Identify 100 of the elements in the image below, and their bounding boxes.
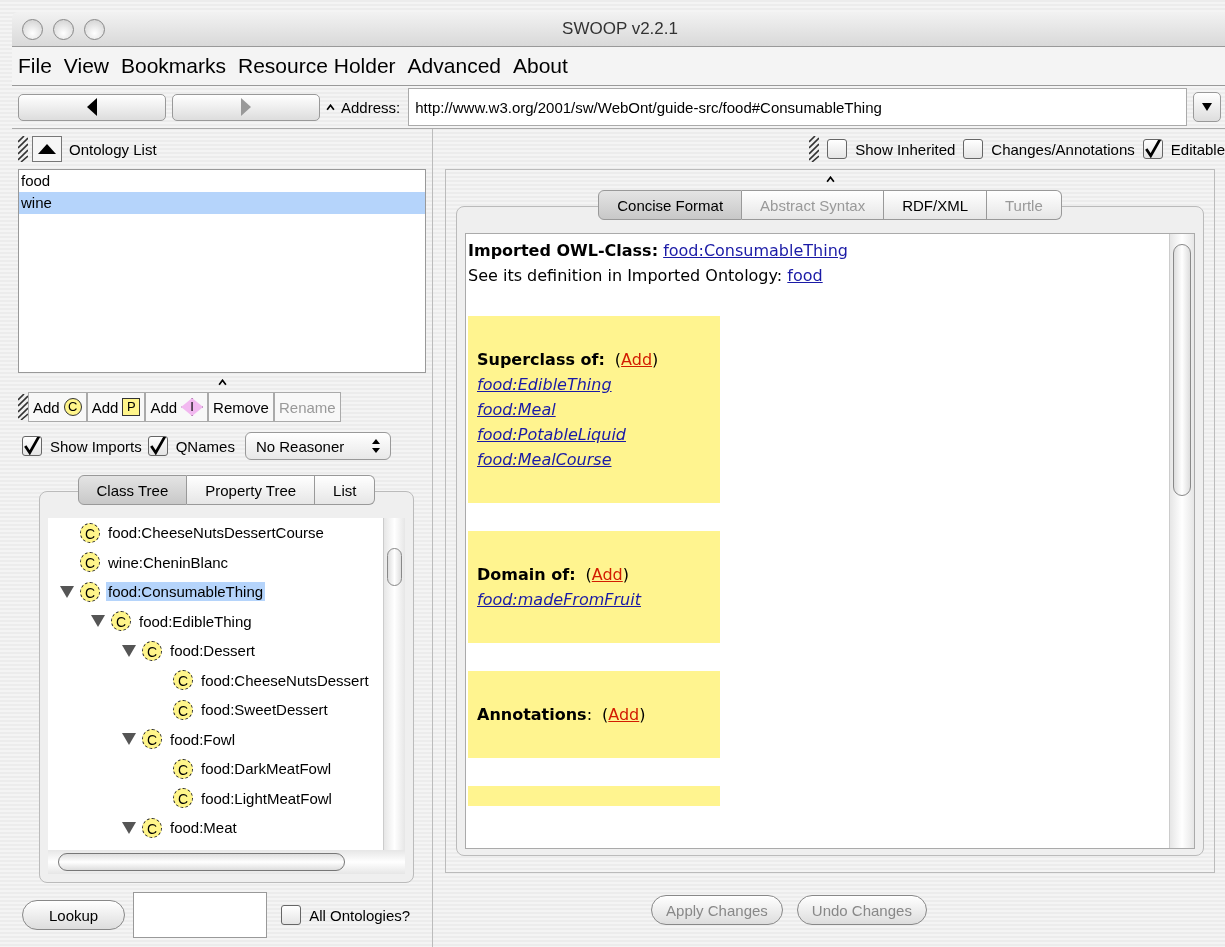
scrollbar[interactable] xyxy=(1169,234,1194,848)
tab[interactable]: Property Tree xyxy=(187,475,316,505)
zoom-button[interactable] xyxy=(84,18,105,40)
class-icon: C xyxy=(173,699,193,720)
dropdown-button[interactable] xyxy=(1193,92,1221,122)
class-icon: C xyxy=(111,611,131,632)
class-icon: C xyxy=(80,522,100,543)
toolbar-button[interactable]: Add P xyxy=(86,392,146,422)
menu-item[interactable]: Resource Holder xyxy=(238,54,396,78)
checkbox[interactable]: Show Inherited xyxy=(827,139,956,159)
expand-icon[interactable] xyxy=(60,585,74,598)
lookup-button[interactable]: Lookup xyxy=(22,900,126,930)
section-title: Annotations xyxy=(477,705,587,724)
checkbox[interactable]: All Ontologies? xyxy=(281,905,411,925)
tree-item[interactable]: food:EdibleThing xyxy=(137,611,254,631)
item-link[interactable]: food:PotableLiquid xyxy=(477,425,626,444)
class-icon: C xyxy=(142,817,162,838)
checkbox[interactable]: Show Imports xyxy=(22,436,142,456)
reasoner-select[interactable]: No Reasoner xyxy=(244,432,391,460)
class-icon: C xyxy=(80,552,100,573)
expand-icon[interactable] xyxy=(122,821,136,834)
grip-icon[interactable] xyxy=(18,136,28,162)
paren-text: ( xyxy=(614,350,622,369)
tree-item[interactable]: food:Dessert xyxy=(168,641,258,661)
definition-text: See its definition in Imported Ontology: xyxy=(468,266,783,285)
paren-text: ) xyxy=(622,565,630,584)
toolbar-button[interactable]: Remove xyxy=(208,392,274,422)
scrollbar[interactable] xyxy=(48,850,405,874)
splitter-icon[interactable] xyxy=(217,378,227,386)
menu-item[interactable]: View xyxy=(63,54,109,78)
item-link[interactable]: food:Meal xyxy=(477,400,556,419)
tree-item[interactable]: food:LightMeatFowl xyxy=(199,788,334,808)
class-icon: C xyxy=(80,581,100,602)
add-link[interactable]: Add xyxy=(591,565,623,584)
add-link[interactable]: Add xyxy=(621,350,653,369)
list-item[interactable]: wine xyxy=(19,192,425,214)
minimize-button[interactable] xyxy=(53,18,74,40)
tree-item[interactable]: food:DarkMeatFowl xyxy=(199,759,334,779)
splitter-icon[interactable] xyxy=(825,175,835,183)
colon-text: : xyxy=(586,705,593,724)
tree-item[interactable]: food:CheeseNutsDessert xyxy=(199,670,371,690)
collapse-button[interactable] xyxy=(32,136,62,162)
list-item[interactable]: food xyxy=(19,170,425,192)
menu-item[interactable]: Bookmarks xyxy=(121,54,226,78)
caret-icon xyxy=(1202,103,1212,111)
toolbar-button[interactable]: Add C xyxy=(28,392,87,422)
paren-text: ) xyxy=(652,350,659,369)
tab[interactable]: RDF/XML xyxy=(884,190,987,220)
paren-text: ) xyxy=(639,705,646,724)
tree-item[interactable]: food:CheeseNutsDessertCourse xyxy=(106,523,326,543)
menu-item[interactable]: Advanced xyxy=(407,54,501,78)
expand-icon[interactable] xyxy=(122,644,136,657)
heading-label: Imported OWL-Class: xyxy=(468,241,659,260)
address-field[interactable]: http://www.w3.org/2001/sw/WebOnt/guide-src/food#ConsumableThing xyxy=(408,88,1187,126)
paren-text: ( xyxy=(585,565,592,584)
class-icon: C xyxy=(142,640,162,661)
back-button[interactable] xyxy=(18,93,166,121)
scrollbar[interactable] xyxy=(383,518,405,850)
item-link[interactable]: food:EdibleThing xyxy=(477,375,612,394)
left-arrow-icon xyxy=(85,97,99,117)
up-triangle-icon xyxy=(38,144,56,154)
check-icon xyxy=(23,437,41,455)
tree-item[interactable]: food:ConsumableThing xyxy=(106,582,266,602)
menu-item[interactable]: File xyxy=(18,54,52,78)
tab[interactable]: Class Tree xyxy=(77,475,188,505)
item-link[interactable]: food:madeFromFruit xyxy=(477,590,641,609)
checkbox[interactable]: QNames xyxy=(147,436,235,456)
lookup-field[interactable] xyxy=(133,892,268,938)
checkbox[interactable]: Changes/Annotations xyxy=(963,139,1135,159)
section-title: Superclass of: xyxy=(477,350,605,369)
tab[interactable]: List xyxy=(315,475,376,505)
class-icon: C xyxy=(173,788,193,809)
expand-icon[interactable] xyxy=(91,615,105,628)
item-link[interactable]: food:MealCourse xyxy=(477,450,612,469)
class-icon: C xyxy=(173,758,193,779)
section-title: Domain of: xyxy=(477,565,576,584)
tree-item[interactable]: wine:CheninBlanc xyxy=(106,552,231,572)
menu-item[interactable]: About xyxy=(513,54,568,78)
tree-item[interactable]: food:SweetDessert xyxy=(199,700,330,720)
paren-text: ( xyxy=(602,705,609,724)
grip-icon[interactable] xyxy=(809,136,820,162)
ontology-link[interactable]: food xyxy=(787,266,823,285)
checkbox[interactable]: Editable xyxy=(1142,139,1225,159)
check-icon xyxy=(1143,140,1162,158)
stepper-arrows-icon xyxy=(371,439,380,453)
add-link[interactable]: Add xyxy=(608,705,640,724)
toolbar-button[interactable]: Add I xyxy=(145,392,209,422)
tab[interactable]: Concise Format xyxy=(598,190,743,220)
tree-item[interactable]: food:Meat xyxy=(168,818,239,838)
panel-title: Ontology List xyxy=(69,140,157,158)
address-label: Address: xyxy=(341,98,401,116)
class-link[interactable]: food:ConsumableThing xyxy=(663,241,848,260)
collapse-icon[interactable] xyxy=(326,103,335,111)
class-icon: C xyxy=(142,729,162,750)
close-button[interactable] xyxy=(22,18,43,40)
check-icon xyxy=(148,437,167,455)
grip-icon[interactable] xyxy=(18,394,28,420)
expand-icon[interactable] xyxy=(122,733,136,746)
tree-item[interactable]: food:Fowl xyxy=(168,729,238,749)
window-title: SWOOP v2.2.1 xyxy=(561,19,679,39)
